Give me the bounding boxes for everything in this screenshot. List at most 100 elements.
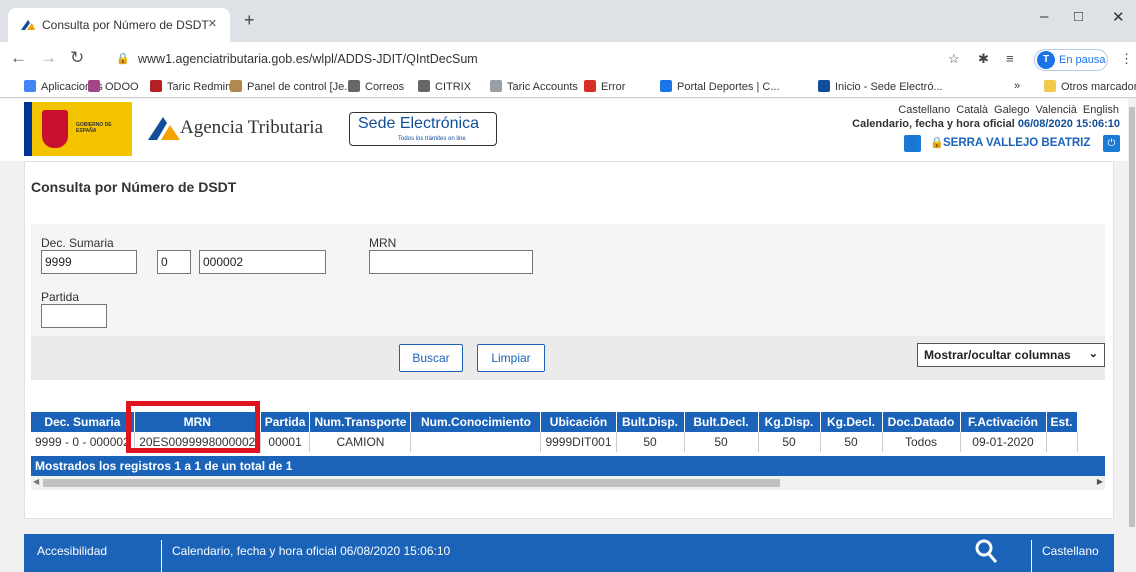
footer-calendar: Calendario, fecha y hora oficial 06/08/2… <box>172 544 451 558</box>
column-header[interactable]: Bult.Disp. <box>616 412 685 432</box>
footer-divider <box>161 540 162 572</box>
bookmark-item[interactable]: Correos <box>348 80 404 93</box>
user-bar: 👤 🔒 SERRA VALLEJO BEATRIZ ⏻ <box>904 135 1120 155</box>
language-link[interactable]: Castellano <box>898 104 950 116</box>
bookmark-item[interactable]: Taric Redmine <box>150 80 237 93</box>
bookmark-favicon-icon <box>88 80 100 92</box>
tab-close-icon[interactable]: × <box>208 15 217 32</box>
dec-sumaria-number-input[interactable] <box>199 250 326 274</box>
table-cell: 9999 - 0 - 000002 <box>31 432 135 452</box>
table-cell: 9999DIT001 <box>540 432 617 452</box>
column-header[interactable]: Doc.Datado <box>882 412 961 432</box>
user-name[interactable]: SERRA VALLEJO BEATRIZ <box>943 137 1090 149</box>
column-toggle-label: Mostrar/ocultar columnas <box>924 348 1071 362</box>
forward-icon[interactable]: → <box>40 48 57 68</box>
footer-language[interactable]: Castellano <box>1042 544 1099 558</box>
bookmark-star-icon[interactable]: ☆ <box>948 51 960 67</box>
table-cell: 00001 <box>260 432 311 452</box>
bookmark-favicon-icon <box>348 80 360 92</box>
search-button[interactable]: Buscar <box>399 344 463 372</box>
column-header[interactable]: Bult.Decl. <box>684 412 759 432</box>
column-header[interactable]: Kg.Decl. <box>820 412 883 432</box>
mrn-label: MRN <box>369 236 397 250</box>
profile-avatar-icon: T <box>1037 51 1055 69</box>
column-header[interactable]: Est. <box>1046 412 1078 432</box>
bookmark-favicon-icon <box>24 80 36 92</box>
address-bar[interactable]: 🔒 www1.agenciatributaria.gob.es/wlpl/ADD… <box>110 47 970 71</box>
sede-subtitle: Todos los trámites on line <box>398 136 466 142</box>
bookmark-item[interactable]: ODOO <box>88 80 139 93</box>
table-footer-summary: Mostrados los registros 1 a 1 de un tota… <box>31 456 1105 476</box>
bookmarks-more-button[interactable]: » <box>1014 80 1020 92</box>
table-cell: Todos <box>882 432 961 452</box>
browser-toolbar: ← → ↻ 🔒 www1.agenciatributaria.gob.es/wl… <box>0 42 1136 76</box>
browser-tab-bar: Consulta por Número de DSDT × + – □ ✕ <box>0 0 1136 42</box>
reading-list-icon[interactable]: ≡ <box>1006 51 1014 66</box>
language-link[interactable]: Català <box>956 104 988 116</box>
back-icon[interactable]: ← <box>10 48 27 68</box>
bookmark-item[interactable]: Inicio - Sede Electró... <box>818 80 943 93</box>
scroll-thumb[interactable] <box>43 479 780 487</box>
bookmark-favicon-icon <box>230 80 242 92</box>
vertical-scroll-thumb[interactable] <box>1129 107 1135 527</box>
column-toggle-select[interactable]: Mostrar/ocultar columnas ⌄ <box>917 343 1105 367</box>
partida-input[interactable] <box>41 304 107 328</box>
mrn-highlight-box <box>126 401 260 453</box>
clear-button[interactable]: Limpiar <box>477 344 545 372</box>
language-link[interactable]: Galego <box>994 104 1029 116</box>
bookmark-favicon-icon <box>660 80 672 92</box>
other-bookmarks-label: Otros marcadores <box>1061 81 1136 93</box>
horizontal-scrollbar[interactable]: ◀ ▶ <box>31 476 1105 490</box>
bookmark-item[interactable]: CITRIX <box>418 80 471 93</box>
bookmark-item[interactable]: Error <box>584 80 625 93</box>
column-header[interactable]: Num.Conocimiento <box>410 412 542 432</box>
main-content: Consulta por Número de DSDT Dec. Sumaria… <box>24 161 1114 519</box>
reload-icon[interactable]: ↻ <box>70 48 84 68</box>
mrn-input[interactable] <box>369 250 533 274</box>
column-header[interactable]: Num.Transporte <box>309 412 412 432</box>
folder-icon <box>1044 80 1056 92</box>
bookmark-label: Inicio - Sede Electró... <box>835 81 943 93</box>
language-link[interactable]: English <box>1083 104 1119 116</box>
gobierno-logo[interactable]: GOBIERNO DE ESPAÑA <box>24 102 132 156</box>
language-link[interactable]: Valencià <box>1036 104 1077 116</box>
close-window-button[interactable]: ✕ <box>1112 8 1125 26</box>
dec-sumaria-type-input[interactable] <box>157 250 191 274</box>
scroll-left-icon[interactable]: ◀ <box>33 477 39 486</box>
user-profile-icon[interactable]: 👤 <box>904 135 921 152</box>
minimize-button[interactable]: – <box>1040 8 1048 25</box>
gov-text: GOBIERNO DE ESPAÑA <box>76 122 112 134</box>
new-tab-button[interactable]: + <box>244 10 255 31</box>
bookmark-favicon-icon <box>490 80 502 92</box>
column-header[interactable]: Ubicación <box>540 412 617 432</box>
aeat-logo-icon <box>147 115 181 144</box>
browser-tab[interactable]: Consulta por Número de DSDT × <box>8 8 230 42</box>
column-header[interactable]: Kg.Disp. <box>758 412 821 432</box>
sede-electronica-logo[interactable]: Sede Electrónica Todos los trámites on l… <box>349 112 497 146</box>
bookmark-item[interactable]: Taric Accounts <box>490 80 578 93</box>
maximize-button[interactable]: □ <box>1074 8 1083 25</box>
bookmark-item[interactable]: Panel de control [Je... <box>230 80 353 93</box>
page-title: Consulta por Número de DSDT <box>31 179 237 195</box>
logout-icon[interactable]: ⏻ <box>1103 135 1120 152</box>
official-calendar: Calendario, fecha y hora oficial 06/08/2… <box>852 118 1120 130</box>
bookmark-favicon-icon <box>584 80 596 92</box>
agency-name[interactable]: Agencia Tributaria <box>180 117 323 139</box>
other-bookmarks-folder[interactable]: Otros marcadores <box>1044 80 1136 93</box>
bookmark-item[interactable]: Portal Deportes | C... <box>660 80 780 93</box>
form-actions: Buscar Limpiar Mostrar/ocultar columnas … <box>31 336 1105 380</box>
bookmark-label: CITRIX <box>435 81 472 93</box>
vertical-scrollbar[interactable] <box>1128 99 1136 572</box>
column-header[interactable]: Partida <box>260 412 311 432</box>
scroll-right-icon[interactable]: ▶ <box>1097 477 1103 486</box>
extensions-icon[interactable]: ✱ <box>978 51 989 67</box>
browser-menu-icon[interactable]: ⋮ <box>1120 51 1133 67</box>
dec-sumaria-year-input[interactable] <box>41 250 137 274</box>
search-icon[interactable] <box>974 538 998 567</box>
sede-title: Sede Electrónica <box>358 115 479 132</box>
profile-button[interactable]: T En pausa <box>1034 49 1108 71</box>
column-header[interactable]: Dec. Sumaria <box>31 412 135 432</box>
column-header[interactable]: F.Activación <box>960 412 1047 432</box>
accessibility-link[interactable]: Accesibilidad <box>37 544 107 558</box>
table-cell: 50 <box>684 432 759 452</box>
